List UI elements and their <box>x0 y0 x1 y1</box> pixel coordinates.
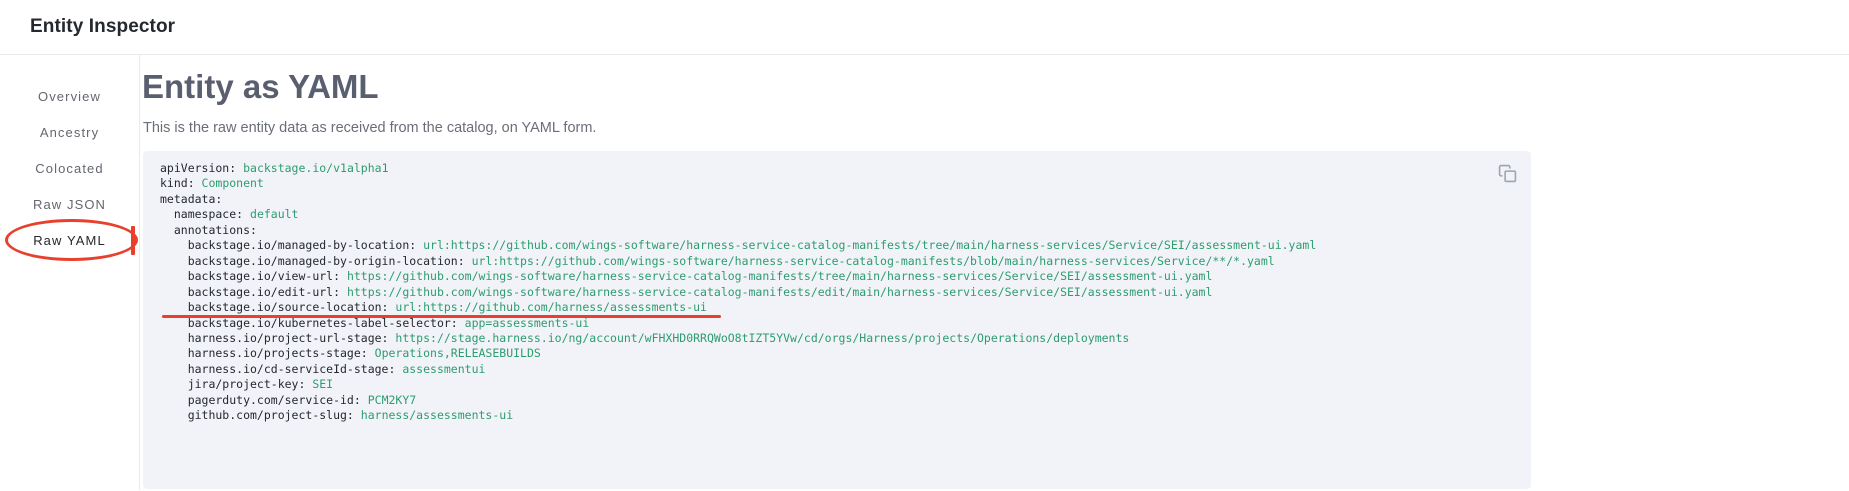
yaml-line: kind: Component <box>160 176 1487 191</box>
yaml-line: annotations: <box>160 223 1487 238</box>
sidebar-item-label: Raw YAML <box>33 233 106 248</box>
window-header: Entity Inspector <box>0 0 1849 55</box>
yaml-value: Component <box>195 176 264 190</box>
sidebar: Overview Ancestry Colocated Raw JSON Raw YAM… <box>0 55 140 490</box>
sidebar-item-label: Raw JSON <box>33 197 106 212</box>
main-panel: Entity as YAML This is the raw entity da… <box>140 55 1849 490</box>
yaml-key: github.com/project-slug: <box>160 408 354 422</box>
yaml-value: backstage.io/v1alpha1 <box>236 161 388 175</box>
yaml-line: backstage.io/view-url: https://github.co… <box>160 269 1487 284</box>
sidebar-item-label: Ancestry <box>40 125 99 140</box>
red-underline-annotation-target: backstage.io/source-location: url:https:… <box>160 300 707 315</box>
yaml-value: url:https://github.com/wings-software/ha… <box>416 238 1316 252</box>
yaml-key: apiVersion: <box>160 161 236 175</box>
yaml-line: namespace: default <box>160 207 1487 222</box>
yaml-value: harness/assessments-ui <box>354 408 513 422</box>
yaml-line: pagerduty.com/service-id: PCM2KY7 <box>160 393 1487 408</box>
sidebar-item-raw-json[interactable]: Raw JSON <box>0 186 139 222</box>
section-description: This is the raw entity data as received … <box>143 120 1849 136</box>
page-title: Entity Inspector <box>30 16 175 38</box>
yaml-content: apiVersion: backstage.io/v1alpha1kind: C… <box>160 161 1487 424</box>
copy-icon[interactable] <box>1496 162 1518 184</box>
yaml-key: namespace: <box>160 207 243 221</box>
yaml-line: metadata: <box>160 192 1487 207</box>
yaml-line: backstage.io/source-location: url:https:… <box>160 300 1487 315</box>
yaml-line: harness.io/cd-serviceId-stage: assessmen… <box>160 362 1487 377</box>
yaml-value: https://stage.harness.io/ng/account/wFHX… <box>388 331 1129 345</box>
yaml-key: kind: <box>160 176 195 190</box>
yaml-key: harness.io/projects-stage: <box>160 346 368 360</box>
yaml-key: harness.io/cd-serviceId-stage: <box>160 362 395 376</box>
sidebar-item-label: Overview <box>38 89 101 104</box>
yaml-line: apiVersion: backstage.io/v1alpha1 <box>160 161 1487 176</box>
yaml-key: backstage.io/managed-by-origin-location: <box>160 254 465 268</box>
yaml-key: backstage.io/view-url: <box>160 269 340 283</box>
yaml-value: SEI <box>305 377 333 391</box>
yaml-line: jira/project-key: SEI <box>160 377 1487 392</box>
yaml-line: backstage.io/managed-by-location: url:ht… <box>160 238 1487 253</box>
sidebar-item-raw-yaml[interactable]: Raw YAML <box>0 222 139 258</box>
yaml-code-block: apiVersion: backstage.io/v1alpha1kind: C… <box>143 151 1531 489</box>
yaml-value: url:https://github.com/harness/assessmen… <box>388 300 707 314</box>
yaml-key: harness.io/project-url-stage: <box>160 331 388 345</box>
yaml-line: backstage.io/edit-url: https://github.co… <box>160 285 1487 300</box>
yaml-key: backstage.io/managed-by-location: <box>160 238 416 252</box>
section-title: Entity as YAML <box>142 68 1849 106</box>
yaml-value: app=assessments-ui <box>458 316 590 330</box>
content-area: Overview Ancestry Colocated Raw JSON Raw YAM… <box>0 55 1849 490</box>
yaml-line: harness.io/projects-stage: Operations,RE… <box>160 346 1487 361</box>
yaml-key: pagerduty.com/service-id: <box>160 393 361 407</box>
sidebar-item-label: Colocated <box>35 161 103 176</box>
yaml-line: backstage.io/kubernetes-label-selector: … <box>160 316 1487 331</box>
yaml-key: metadata: <box>160 192 222 206</box>
yaml-key: jira/project-key: <box>160 377 305 391</box>
yaml-key: backstage.io/kubernetes-label-selector: <box>160 316 458 330</box>
selected-tab-indicator <box>131 226 135 255</box>
yaml-value: assessmentui <box>395 362 485 376</box>
yaml-line: backstage.io/managed-by-origin-location:… <box>160 254 1487 269</box>
yaml-key: backstage.io/source-location: <box>160 300 388 314</box>
yaml-line: github.com/project-slug: harness/assessm… <box>160 408 1487 423</box>
yaml-line: harness.io/project-url-stage: https://st… <box>160 331 1487 346</box>
yaml-value: https://github.com/wings-software/harnes… <box>340 269 1212 283</box>
yaml-key: backstage.io/edit-url: <box>160 285 340 299</box>
yaml-value: https://github.com/wings-software/harnes… <box>340 285 1212 299</box>
sidebar-item-overview[interactable]: Overview <box>0 78 139 114</box>
yaml-value: default <box>243 207 298 221</box>
yaml-value: Operations,RELEASEBUILDS <box>368 346 541 360</box>
yaml-key: annotations: <box>160 223 257 237</box>
sidebar-item-colocated[interactable]: Colocated <box>0 150 139 186</box>
yaml-value: PCM2KY7 <box>361 393 416 407</box>
yaml-value: url:https://github.com/wings-software/ha… <box>465 254 1275 268</box>
sidebar-item-ancestry[interactable]: Ancestry <box>0 114 139 150</box>
